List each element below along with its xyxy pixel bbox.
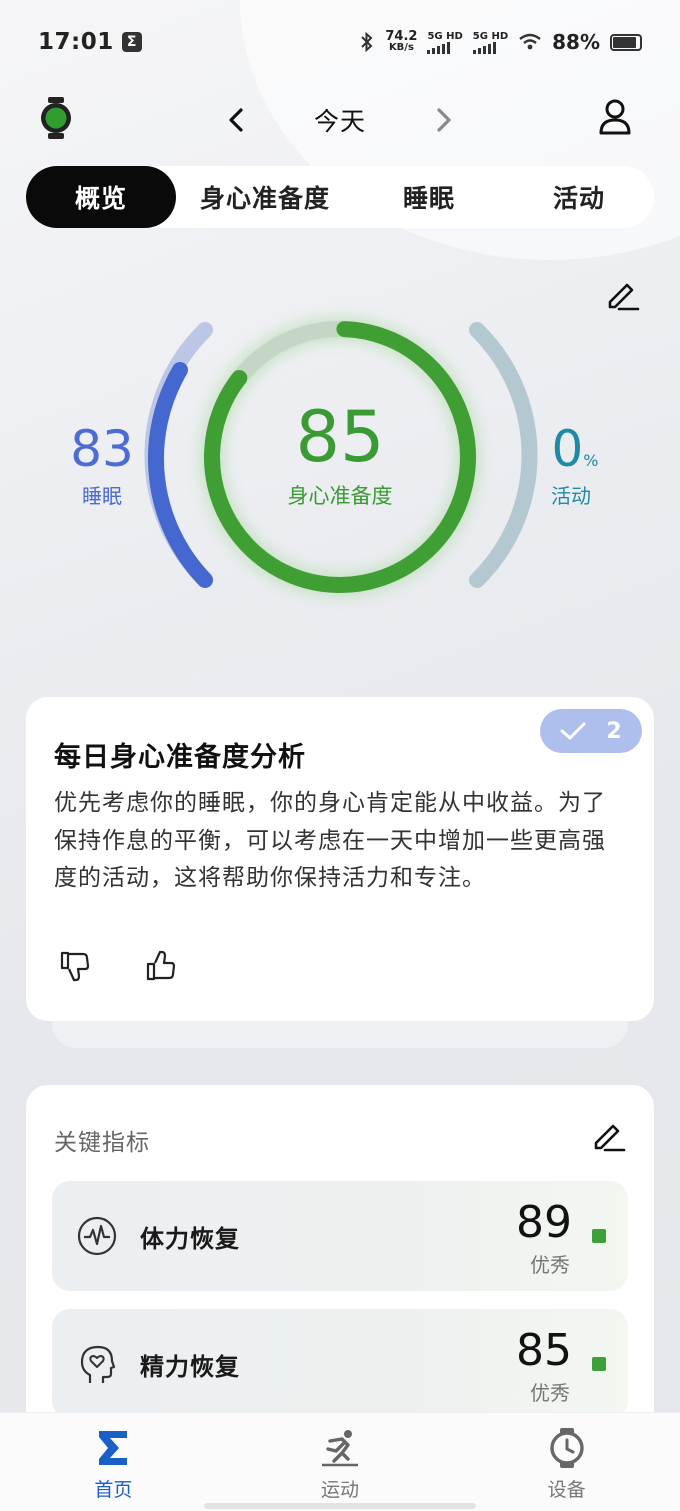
nav-workout[interactable]: 运动	[227, 1413, 454, 1511]
tab-bar: 概览 身心准备度 睡眠 活动	[26, 166, 654, 228]
nav-home[interactable]: 首页	[0, 1413, 227, 1511]
signal-1-label: 5G HD	[427, 30, 463, 42]
sleep-score: 83	[70, 420, 134, 478]
bluetooth-icon	[361, 32, 373, 52]
thumbs-down-icon[interactable]	[58, 949, 92, 983]
watch-device-icon	[549, 1428, 584, 1468]
key-metrics-title: 关键指标	[54, 1130, 150, 1156]
badge-count: 2	[606, 718, 622, 744]
pulse-icon	[77, 1216, 117, 1256]
sleep-score-label: 睡眠	[82, 484, 122, 508]
sigma-icon	[99, 1431, 128, 1465]
nav-device-label: 设备	[547, 1479, 586, 1501]
metric-value: 85	[516, 1325, 572, 1376]
network-speed: 74.2 KB/s	[385, 29, 418, 53]
home-indicator[interactable]	[204, 1503, 476, 1509]
status-time: 17:01	[38, 29, 114, 55]
signal-bars-icon	[427, 41, 462, 54]
previous-day-icon[interactable]	[222, 105, 252, 135]
completed-badge[interactable]: 2	[540, 709, 642, 753]
metric-status-dot	[592, 1229, 606, 1243]
signal-bars-icon	[472, 41, 508, 54]
wifi-icon	[519, 33, 541, 50]
metric-status-dot	[592, 1357, 606, 1371]
metric-value: 89	[516, 1197, 572, 1248]
analysis-body: 优先考虑你的睡眠，你的身心肯定能从中收益。为了保持作息的平衡，可以考虑在一天中增…	[54, 790, 606, 891]
profile-icon[interactable]	[598, 98, 632, 136]
activity-score: 0%	[540, 420, 610, 478]
runner-icon	[321, 1430, 358, 1467]
nav-workout-label: 运动	[320, 1479, 359, 1501]
tab-readiness[interactable]: 身心准备度	[176, 166, 354, 228]
activity-score-label: 活动	[551, 484, 591, 508]
check-icon	[560, 722, 586, 740]
thumbs-up-icon[interactable]	[144, 949, 178, 983]
metric-row-physical-recovery[interactable]: 体力恢复 89 优秀	[52, 1181, 628, 1291]
metric-level: 优秀	[530, 1381, 570, 1405]
status-bar: 17:01 Σ 74.2 KB/s 5G HD 5G HD 88%	[0, 0, 680, 84]
key-metrics-card: 关键指标 体力恢复 89 优秀 精力恢复 85 优秀	[26, 1085, 654, 1445]
next-day-icon[interactable]	[428, 105, 458, 135]
metric-row-mental-recovery[interactable]: 精力恢复 85 优秀	[52, 1309, 628, 1419]
network-speed-unit: KB/s	[388, 42, 414, 53]
date-label: 今天	[313, 107, 366, 136]
network-speed-value: 74.2	[385, 29, 418, 44]
header: 今天	[0, 90, 680, 150]
notification-sigma-icon: Σ	[121, 32, 142, 52]
activity-score-value: 0	[551, 420, 584, 478]
tab-activity[interactable]: 活动	[504, 166, 654, 228]
metric-name: 精力恢复	[140, 1353, 240, 1381]
analysis-title: 每日身心准备度分析	[54, 742, 306, 773]
head-heart-icon	[80, 1345, 116, 1383]
edit-metrics-icon[interactable]	[590, 1117, 626, 1153]
activity-ring-track	[469, 322, 538, 588]
nav-home-label: 首页	[94, 1479, 133, 1501]
signal-2-label: 5G HD	[472, 30, 509, 42]
battery-percent: 88%	[552, 30, 600, 54]
score-rings[interactable]: 83 睡眠 85 身心准备度 0% 活动	[0, 300, 680, 620]
tab-sleep[interactable]: 睡眠	[354, 166, 504, 228]
tab-overview[interactable]: 概览	[26, 166, 176, 228]
bottom-navigation: 首页 运动 设备	[0, 1412, 680, 1511]
sleep-ring-progress	[148, 362, 213, 588]
signal-1: 5G HD	[427, 30, 463, 54]
battery-icon	[610, 33, 642, 51]
readiness-score: 85	[295, 396, 385, 478]
nav-device[interactable]: 设备	[453, 1413, 680, 1511]
app-screen: 17:01 Σ 74.2 KB/s 5G HD 5G HD 88% 今天 概览 …	[0, 0, 680, 1511]
readiness-analysis-card[interactable]: 2 每日身心准备度分析 优先考虑你的睡眠，你的身心肯定能从中收益。为了保持作息的…	[26, 697, 654, 1021]
activity-score-unit: %	[583, 451, 599, 470]
signal-2: 5G HD	[472, 30, 509, 54]
readiness-score-label: 身心准备度	[287, 484, 393, 508]
watch-status-icon[interactable]	[38, 96, 74, 140]
metric-level: 优秀	[530, 1253, 570, 1277]
metric-name: 体力恢复	[140, 1225, 240, 1253]
